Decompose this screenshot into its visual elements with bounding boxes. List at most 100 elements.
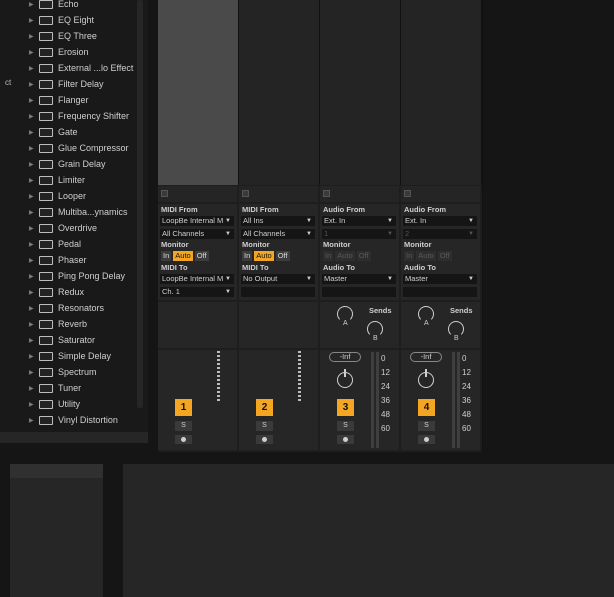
browser-item[interactable]: ▶ Grain Delay: [0, 156, 148, 172]
track-activator-button[interactable]: 3: [337, 399, 354, 416]
solo-button[interactable]: S: [175, 421, 192, 431]
expand-arrow-icon[interactable]: ▶: [29, 177, 35, 184]
expand-arrow-icon[interactable]: ▶: [29, 17, 35, 24]
browser-item[interactable]: ▶ External ...lo Effect: [0, 60, 148, 76]
browser-item[interactable]: ▶ Phaser: [0, 252, 148, 268]
expand-arrow-icon[interactable]: ▶: [29, 337, 35, 344]
volume-readout[interactable]: -Inf: [329, 352, 361, 362]
browser-item[interactable]: ▶ Pedal: [0, 236, 148, 252]
browser-item[interactable]: ▶ Frequency Shifter: [0, 108, 148, 124]
browser-item[interactable]: ▶ Echo: [0, 0, 148, 12]
monitor-off-button[interactable]: Off: [275, 251, 290, 261]
expand-arrow-icon[interactable]: ▶: [29, 401, 35, 408]
clip-slot-area[interactable]: [158, 0, 239, 185]
expand-arrow-icon[interactable]: ▶: [29, 49, 35, 56]
track-activator-button[interactable]: 1: [175, 399, 192, 416]
solo-button[interactable]: S: [256, 421, 273, 431]
arm-button[interactable]: [256, 435, 273, 444]
expand-arrow-icon[interactable]: ▶: [29, 289, 35, 296]
browser-item[interactable]: ▶ Erosion: [0, 44, 148, 60]
monitor-off-button[interactable]: Off: [356, 251, 371, 261]
track-activator-button[interactable]: 2: [256, 399, 273, 416]
browser-item[interactable]: ▶ Resonators: [0, 300, 148, 316]
browser-item[interactable]: ▶ Redux: [0, 284, 148, 300]
arm-button[interactable]: [175, 435, 192, 444]
input-channel-dropdown[interactable]: 2 ▼: [403, 229, 477, 239]
clip-slot-area[interactable]: [239, 0, 320, 185]
stop-button[interactable]: [323, 190, 330, 197]
expand-arrow-icon[interactable]: ▶: [29, 65, 35, 72]
expand-arrow-icon[interactable]: ▶: [29, 257, 35, 264]
output-channel-dropdown[interactable]: [241, 287, 315, 297]
monitor-auto-button[interactable]: Auto: [173, 251, 193, 261]
monitor-off-button[interactable]: Off: [437, 251, 452, 261]
browser-item[interactable]: ▶ Flanger: [0, 92, 148, 108]
clip-slot-area[interactable]: [401, 0, 482, 185]
solo-button[interactable]: S: [337, 421, 354, 431]
output-type-dropdown[interactable]: Master ▼: [403, 274, 477, 284]
track-activator-button[interactable]: 4: [418, 399, 435, 416]
input-type-dropdown[interactable]: LoopBe Internal M ▼: [160, 216, 234, 226]
browser-item[interactable]: ▶ Tuner: [0, 380, 148, 396]
browser-item[interactable]: ▶ Overdrive: [0, 220, 148, 236]
output-channel-dropdown[interactable]: [322, 287, 396, 297]
monitor-auto-button[interactable]: Auto: [335, 251, 355, 261]
monitor-auto-button[interactable]: Auto: [254, 251, 274, 261]
expand-arrow-icon[interactable]: ▶: [29, 353, 35, 360]
output-channel-dropdown[interactable]: Ch. 1 ▼: [160, 287, 234, 297]
monitor-off-button[interactable]: Off: [194, 251, 209, 261]
expand-arrow-icon[interactable]: ▶: [29, 97, 35, 104]
expand-arrow-icon[interactable]: ▶: [29, 273, 35, 280]
arm-button[interactable]: [337, 435, 354, 444]
expand-arrow-icon[interactable]: ▶: [29, 321, 35, 328]
browser-item[interactable]: ▶ Filter Delay: [0, 76, 148, 92]
input-channel-dropdown[interactable]: 1 ▼: [322, 229, 396, 239]
expand-arrow-icon[interactable]: ▶: [29, 369, 35, 376]
expand-arrow-icon[interactable]: ▶: [29, 33, 35, 40]
input-type-dropdown[interactable]: Ext. In ▼: [322, 216, 396, 226]
stop-button[interactable]: [161, 190, 168, 197]
expand-arrow-icon[interactable]: ▶: [29, 145, 35, 152]
expand-arrow-icon[interactable]: ▶: [29, 385, 35, 392]
input-channel-dropdown[interactable]: All Channels ▼: [241, 229, 315, 239]
browser-item[interactable]: ▶ Spectrum: [0, 364, 148, 380]
browser-item[interactable]: ▶ Reverb: [0, 316, 148, 332]
expand-arrow-icon[interactable]: ▶: [29, 417, 35, 424]
expand-arrow-icon[interactable]: ▶: [29, 81, 35, 88]
expand-arrow-icon[interactable]: ▶: [29, 209, 35, 216]
output-type-dropdown[interactable]: Master ▼: [322, 274, 396, 284]
monitor-in-button[interactable]: In: [323, 251, 334, 261]
browser-item[interactable]: ▶ Utility: [0, 396, 148, 412]
expand-arrow-icon[interactable]: ▶: [29, 193, 35, 200]
browser-item[interactable]: ▶ Gate: [0, 124, 148, 140]
arm-button[interactable]: [418, 435, 435, 444]
output-channel-dropdown[interactable]: [403, 287, 477, 297]
browser-item[interactable]: ▶ EQ Three: [0, 28, 148, 44]
browser-item[interactable]: ▶ Looper: [0, 188, 148, 204]
stop-button[interactable]: [404, 190, 411, 197]
input-type-dropdown[interactable]: All Ins ▼: [241, 216, 315, 226]
browser-item[interactable]: ▶ Simple Delay: [0, 348, 148, 364]
expand-arrow-icon[interactable]: ▶: [29, 161, 35, 168]
browser-item[interactable]: ▶ Limiter: [0, 172, 148, 188]
volume-readout[interactable]: -Inf: [410, 352, 442, 362]
browser-item[interactable]: ▶ Ping Pong Delay: [0, 268, 148, 284]
clip-slot-area[interactable]: [320, 0, 401, 185]
browser-item[interactable]: ▶ Glue Compressor: [0, 140, 148, 156]
browser-item[interactable]: ▶ EQ Eight: [0, 12, 148, 28]
expand-arrow-icon[interactable]: ▶: [29, 1, 35, 8]
input-channel-dropdown[interactable]: All Channels ▼: [160, 229, 234, 239]
pan-knob[interactable]: [418, 369, 434, 388]
monitor-in-button[interactable]: In: [161, 251, 172, 261]
monitor-auto-button[interactable]: Auto: [416, 251, 436, 261]
input-type-dropdown[interactable]: Ext. In ▼: [403, 216, 477, 226]
monitor-in-button[interactable]: In: [404, 251, 415, 261]
expand-arrow-icon[interactable]: ▶: [29, 241, 35, 248]
pan-knob[interactable]: [337, 369, 353, 388]
output-type-dropdown[interactable]: No Output ▼: [241, 274, 315, 284]
monitor-in-button[interactable]: In: [242, 251, 253, 261]
expand-arrow-icon[interactable]: ▶: [29, 113, 35, 120]
stop-button[interactable]: [242, 190, 249, 197]
expand-arrow-icon[interactable]: ▶: [29, 129, 35, 136]
browser-item[interactable]: ▶ Saturator: [0, 332, 148, 348]
